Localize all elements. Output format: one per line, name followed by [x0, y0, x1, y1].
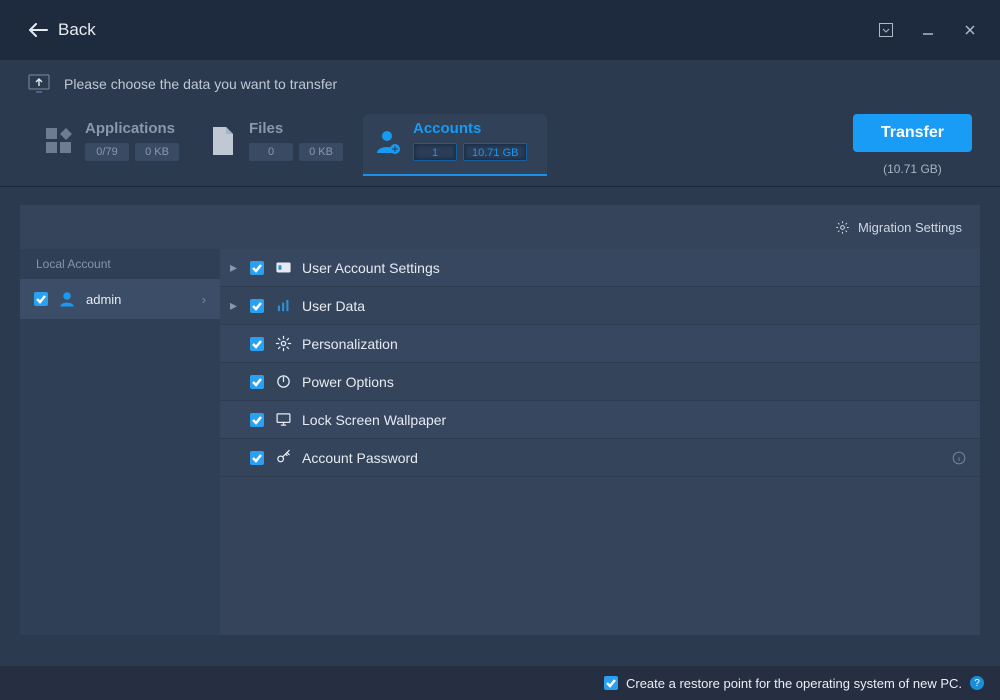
power-icon	[274, 373, 292, 390]
tree-row-label: User Account Settings	[302, 260, 440, 276]
tab-applications-size: 0 KB	[135, 143, 179, 161]
tab-applications-title: Applications	[85, 120, 179, 137]
dropdown-icon	[879, 23, 893, 37]
tab-accounts-title: Accounts	[413, 120, 527, 137]
tree-row-label: Lock Screen Wallpaper	[302, 412, 446, 428]
close-button[interactable]	[950, 12, 990, 48]
close-icon	[963, 23, 977, 37]
migration-settings-link[interactable]: Migration Settings	[835, 220, 962, 235]
key-icon	[274, 449, 292, 466]
expand-caret-icon[interactable]: ▸	[230, 297, 240, 314]
instruction-bar: Please choose the data you want to trans…	[0, 60, 1000, 114]
checkbox[interactable]	[250, 375, 264, 389]
tree-row-label: Personalization	[302, 336, 398, 352]
tree-row[interactable]: ▸ Account Password	[220, 439, 980, 477]
tab-files-count: 0	[249, 143, 293, 161]
back-label: Back	[58, 20, 96, 40]
transfer-side: Transfer (10.71 GB)	[853, 114, 972, 186]
tree-row-label: Account Password	[302, 450, 418, 466]
tree-row[interactable]: ▸ User Account Settings	[220, 249, 980, 287]
settings-tree: ▸ User Account Settings ▸ User Data ▸ Pe…	[220, 249, 980, 635]
sidebar-item-label: admin	[86, 292, 121, 307]
tab-accounts-count: 1	[413, 143, 457, 161]
tree-row-label: User Data	[302, 298, 365, 314]
file-icon	[211, 127, 235, 155]
apps-icon	[46, 128, 72, 154]
chevron-right-icon: ›	[202, 292, 206, 307]
checkbox[interactable]	[250, 261, 264, 275]
user-icon	[58, 290, 76, 308]
id-card-icon	[274, 259, 292, 276]
sidebar-item-admin[interactable]: admin ›	[20, 279, 220, 319]
tab-applications[interactable]: Applications 0/79 0 KB	[35, 114, 199, 175]
account-icon	[373, 127, 401, 155]
main-panel: Migration Settings Local Account admin ›…	[20, 205, 980, 635]
arrow-left-icon	[28, 23, 48, 37]
dropdown-button[interactable]	[866, 12, 906, 48]
restore-checkbox[interactable]	[604, 676, 618, 690]
tab-files[interactable]: Files 0 0 KB	[199, 114, 363, 175]
tab-accounts-size: 10.71 GB	[463, 143, 527, 161]
instruction-text: Please choose the data you want to trans…	[64, 76, 337, 92]
checkbox[interactable]	[250, 299, 264, 313]
checkbox[interactable]	[250, 337, 264, 351]
footer: Create a restore point for the operating…	[0, 666, 1000, 700]
back-button[interactable]: Back	[28, 20, 96, 40]
tab-files-size: 0 KB	[299, 143, 343, 161]
restore-label: Create a restore point for the operating…	[626, 676, 962, 691]
tree-row[interactable]: ▸ Personalization	[220, 325, 980, 363]
tree-row[interactable]: ▸ Power Options	[220, 363, 980, 401]
upload-icon	[28, 74, 50, 94]
accounts-sidebar: Local Account admin ›	[20, 249, 220, 635]
tab-files-title: Files	[249, 120, 343, 137]
expand-caret-icon[interactable]: ▸	[230, 259, 240, 276]
checkbox[interactable]	[34, 292, 48, 306]
tab-accounts[interactable]: Accounts 1 10.71 GB	[363, 114, 547, 175]
help-icon[interactable]: ?	[970, 676, 984, 690]
tabs-area: Applications 0/79 0 KB Files 0 0 KB	[0, 114, 1000, 187]
tree-row[interactable]: ▸ User Data	[220, 287, 980, 325]
monitor-icon	[274, 411, 292, 428]
minimize-icon	[921, 23, 935, 37]
gear-icon	[274, 335, 292, 352]
migration-settings-label: Migration Settings	[858, 220, 962, 235]
info-icon[interactable]	[952, 451, 966, 465]
bars-icon	[274, 297, 292, 314]
tab-applications-count: 0/79	[85, 143, 129, 161]
titlebar: Back	[0, 0, 1000, 60]
checkbox[interactable]	[250, 451, 264, 465]
tree-row[interactable]: ▸ Lock Screen Wallpaper	[220, 401, 980, 439]
sidebar-header: Local Account	[20, 249, 220, 279]
window-controls	[866, 12, 990, 48]
tree-row-label: Power Options	[302, 374, 394, 390]
checkbox[interactable]	[250, 413, 264, 427]
transfer-size: (10.71 GB)	[883, 162, 942, 176]
gear-icon	[835, 220, 850, 235]
minimize-button[interactable]	[908, 12, 948, 48]
transfer-button[interactable]: Transfer	[853, 114, 972, 152]
